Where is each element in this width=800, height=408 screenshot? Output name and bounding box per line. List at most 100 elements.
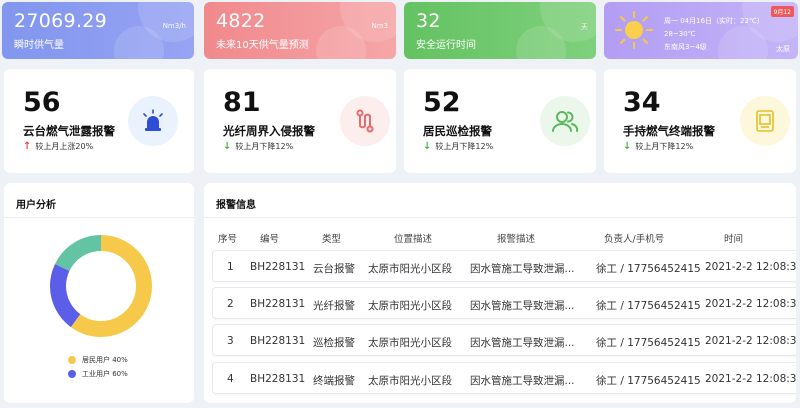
alarm-trend-text: 较上月下降12% — [635, 142, 694, 151]
cell-time: 2021-2-2 12:08:36 — [705, 298, 796, 310]
alarm-card-gas-leak[interactable]: 56 云台燃气泄露报警 ↑ 较上月上涨20% — [4, 69, 194, 173]
cell-description: 因水管施工导致泄漏... — [470, 263, 575, 275]
legend-dot — [68, 356, 76, 364]
weather-card: 9月12 周一 04月16日（实时：22℃） 28~30℃ 东南风3~4级 太原 — [604, 2, 798, 59]
stat-card-safe-runtime: 32 安全运行时间 天 — [404, 2, 596, 59]
stat-label: 未来10天供气量预测 — [216, 40, 309, 51]
user-donut-chart — [50, 235, 152, 337]
alarm-trend-text: 较上月下降12% — [435, 142, 494, 151]
cell-description: 因水管施工导致泄漏... — [470, 337, 575, 349]
cell-id: BH228131 — [250, 298, 306, 310]
alarm-count: 52 — [423, 87, 461, 118]
cell-description: 因水管施工导致泄漏... — [470, 375, 575, 387]
alarm-trend-text: 较上月下降12% — [235, 142, 294, 151]
cell-type: 光纤报警 — [313, 300, 355, 312]
divider — [204, 217, 796, 218]
cell-location: 太原市阳光小区段 — [368, 337, 452, 349]
users-icon — [540, 96, 590, 146]
stat-label: 安全运行时间 — [416, 40, 476, 51]
weather-city: 太原 — [776, 45, 790, 53]
cell-type: 终端报警 — [313, 375, 355, 387]
arrow-down-icon: ↓ — [223, 141, 232, 152]
alarm-card-resident-inspection[interactable]: 52 居民巡检报警 ↓ 较上月下降12% — [404, 69, 596, 173]
alarm-trend: ↓ 较上月下降12% — [623, 141, 693, 152]
chart-legend: 居民用户 40% 工业用户 60% — [68, 353, 128, 381]
stat-label: 瞬时供气量 — [14, 40, 64, 51]
panel-title: 用户分析 — [16, 200, 56, 211]
legend-label: 居民用户 40% — [82, 356, 128, 364]
cell-index: 4 — [227, 373, 234, 385]
stat-card-instant-supply: 27069.29 瞬时供气量 Nm3/h — [2, 2, 194, 59]
cell-type: 云台报警 — [313, 263, 355, 275]
cell-location: 太原市阳光小区段 — [368, 300, 452, 312]
cell-type: 巡检报警 — [313, 337, 355, 349]
cell-description: 因水管施工导致泄漏... — [470, 300, 575, 312]
cell-contact: 徐工 / 17756452415 — [596, 263, 701, 275]
alarm-count: 34 — [623, 87, 661, 118]
table-row[interactable]: 4 BH228131 终端报警 太原市阳光小区段 因水管施工导致泄漏... 徐工… — [212, 362, 796, 394]
divider — [4, 217, 194, 218]
cell-contact: 徐工 / 17756452415 — [596, 300, 701, 312]
cell-index: 1 — [227, 261, 234, 273]
stat-value: 32 — [416, 10, 441, 32]
alarm-card-handheld-terminal[interactable]: 34 手持燃气终端报警 ↓ 较上月下降12% — [604, 69, 796, 173]
alarm-trend: ↑ 较上月上涨20% — [23, 141, 93, 152]
legend-label: 工业用户 60% — [82, 370, 128, 378]
alarm-info-panel: 报警信息 序号 编号 类型 位置描述 报警描述 负责人/手机号 时间 1 BH2… — [204, 183, 796, 403]
cell-time: 2021-2-2 12:08:36 — [705, 335, 796, 347]
stat-value: 4822 — [216, 10, 266, 32]
alarm-trend: ↓ 较上月下降12% — [223, 141, 293, 152]
cell-location: 太原市阳光小区段 — [368, 263, 452, 275]
date-badge: 9月12 — [770, 6, 794, 17]
stat-card-supply-forecast: 4822 未来10天供气量预测 Nm3 — [204, 2, 396, 59]
legend-dot — [68, 370, 76, 378]
user-analysis-panel: 用户分析 居民用户 40% 工业用户 60% — [4, 183, 194, 403]
cell-index: 2 — [227, 298, 234, 310]
column-header-contact: 负责人/手机号 — [604, 234, 665, 245]
cell-location: 太原市阳光小区段 — [368, 375, 452, 387]
stat-unit: 天 — [581, 23, 588, 31]
alarm-title: 光纤周界入侵报警 — [223, 124, 315, 138]
weather-wind: 东南风3~4级 — [664, 43, 707, 51]
cell-id: BH228131 — [250, 261, 306, 273]
cell-index: 3 — [227, 335, 234, 347]
stat-value: 27069.29 — [14, 10, 108, 32]
table-row[interactable]: 1 BH228131 云台报警 太原市阳光小区段 因水管施工导致泄漏... 徐工… — [212, 250, 796, 282]
sun-icon — [615, 11, 653, 49]
arrow-down-icon: ↓ — [623, 141, 632, 152]
arrow-down-icon: ↓ — [423, 141, 432, 152]
route-icon — [340, 96, 390, 146]
cell-id: BH228131 — [250, 335, 306, 347]
column-header-id: 编号 — [260, 234, 280, 245]
column-header-location: 位置描述 — [394, 234, 433, 245]
alarm-title: 手持燃气终端报警 — [623, 124, 715, 138]
cell-contact: 徐工 / 17756452415 — [596, 375, 701, 387]
alarm-title: 云台燃气泄露报警 — [23, 124, 115, 138]
alarm-count: 56 — [23, 87, 61, 118]
arrow-up-icon: ↑ — [23, 141, 32, 152]
cell-time: 2021-2-2 12:08:36 — [705, 261, 796, 273]
alarm-trend: ↓ 较上月下降12% — [423, 141, 493, 152]
cell-contact: 徐工 / 17756452415 — [596, 337, 701, 349]
column-header-time: 时间 — [724, 234, 744, 245]
column-header-index: 序号 — [218, 234, 238, 245]
cell-time: 2021-2-2 12:08:36 — [705, 373, 796, 385]
table-row[interactable]: 2 BH228131 光纤报警 太原市阳光小区段 因水管施工导致泄漏... 徐工… — [212, 287, 796, 319]
panel-title: 报警信息 — [216, 200, 256, 211]
alarm-title: 居民巡检报警 — [423, 124, 492, 138]
weather-date: 周一 04月16日（实时：22℃） — [664, 17, 764, 25]
weather-temperature: 28~30℃ — [664, 30, 696, 38]
stat-unit: Nm3 — [371, 22, 388, 30]
legend-item: 工业用户 60% — [68, 367, 128, 381]
alarm-count: 81 — [223, 87, 261, 118]
alarm-card-fiber-intrusion[interactable]: 81 光纤周界入侵报警 ↓ 较上月下降12% — [204, 69, 396, 173]
stat-unit: Nm3/h — [162, 22, 186, 30]
legend-item: 居民用户 40% — [68, 353, 128, 367]
siren-icon — [128, 96, 178, 146]
alarm-trend-text: 较上月上涨20% — [35, 142, 94, 151]
column-header-description: 报警描述 — [497, 234, 536, 245]
cell-id: BH228131 — [250, 373, 306, 385]
table-row[interactable]: 3 BH228131 巡检报警 太原市阳光小区段 因水管施工导致泄漏... 徐工… — [212, 324, 796, 356]
device-icon — [740, 96, 790, 146]
column-header-type: 类型 — [322, 234, 342, 245]
